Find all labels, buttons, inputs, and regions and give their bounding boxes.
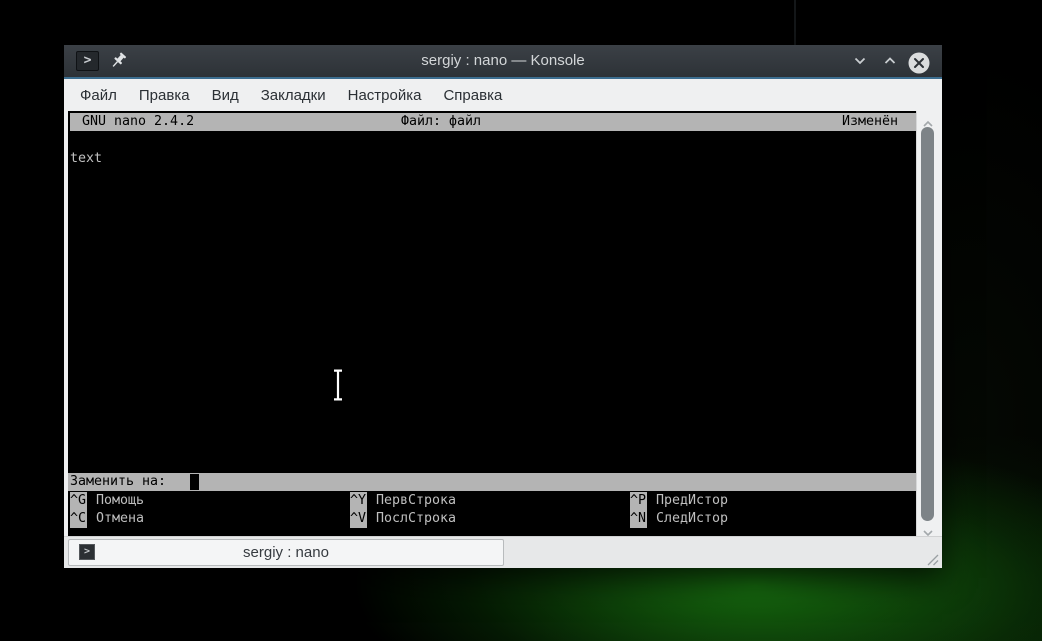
tab-sergiy-nano[interactable]: > sergiy : nano	[68, 539, 504, 566]
shortcut-prev-history[interactable]: ^P ПредИстор	[630, 492, 728, 510]
menu-file[interactable]: Файл	[80, 87, 117, 104]
terminal-block-cursor	[190, 474, 199, 490]
konsole-window: > sergiy : nano — Konsole Файл Правка Ви…	[64, 45, 942, 568]
scrollbar-thumb[interactable]	[921, 127, 934, 521]
nano-filename: Файл: файл	[401, 114, 482, 129]
maximize-button[interactable]	[882, 53, 898, 69]
nano-shortcut-row-1: ^G Помощь ^Y ПервСтрока ^P ПредИстор	[68, 492, 916, 510]
close-button[interactable]	[908, 52, 930, 74]
menu-edit[interactable]: Правка	[139, 87, 190, 104]
shortcut-key: ^G	[70, 492, 87, 510]
nano-version: GNU nano 2.4.2	[82, 114, 195, 129]
shortcut-key: ^Y	[350, 492, 367, 510]
shortcut-label: ПервСтрока	[376, 493, 457, 508]
menu-help[interactable]: Справка	[443, 87, 502, 104]
nano-editor[interactable]: GNU nano 2.4.2 Файл: файл Изменён text З…	[68, 111, 916, 536]
shortcut-key: ^V	[350, 510, 367, 528]
tab-terminal-icon: >	[79, 544, 95, 560]
resize-grip-icon[interactable]	[927, 553, 939, 566]
shortcut-label: ПослСтрока	[376, 511, 457, 526]
nano-shortcut-row-2: ^C Отмена ^V ПослСтрока ^N СледИстор	[68, 510, 916, 528]
nano-modified-flag: Изменён	[841, 114, 898, 129]
shortcut-first-line[interactable]: ^Y ПервСтрока	[350, 492, 456, 510]
replace-prompt-label: Заменить на:	[70, 474, 167, 489]
shortcut-key: ^N	[630, 510, 647, 528]
terminal-scrollbar[interactable]	[916, 111, 938, 537]
shortcut-label: ПредИстор	[656, 493, 729, 508]
tab-label: sergiy : nano	[243, 544, 329, 561]
scrollbar-down-icon[interactable]	[922, 524, 934, 537]
menu-bookmarks[interactable]: Закладки	[261, 87, 326, 104]
shortcut-next-history[interactable]: ^N СледИстор	[630, 510, 728, 528]
shortcut-label: Отмена	[96, 511, 145, 526]
nano-buffer-text: text	[70, 151, 103, 166]
ibeam-mouse-cursor	[251, 350, 344, 402]
shortcut-label: СледИстор	[656, 511, 729, 526]
shortcut-help[interactable]: ^G Помощь	[70, 492, 144, 510]
terminal-area: GNU nano 2.4.2 Файл: файл Изменён text З…	[68, 111, 938, 537]
nano-replace-prompt[interactable]: Заменить на:	[68, 473, 916, 491]
menubar: Файл Правка Вид Закладки Настройка Справ…	[64, 79, 942, 111]
menu-view[interactable]: Вид	[212, 87, 239, 104]
desktop-background: > sergiy : nano — Konsole Файл Правка Ви…	[0, 0, 1042, 641]
shortcut-last-line[interactable]: ^V ПослСтрока	[350, 510, 456, 528]
minimize-button[interactable]	[852, 53, 868, 69]
tab-prompt-glyph: >	[83, 546, 91, 557]
tab-bar: > sergiy : nano	[64, 536, 942, 568]
wallpaper-streak	[794, 0, 796, 45]
titlebar[interactable]: > sergiy : nano — Konsole	[64, 45, 942, 77]
shortcut-key: ^C	[70, 510, 87, 528]
window-title: sergiy : nano — Konsole	[421, 52, 585, 69]
menu-settings[interactable]: Настройка	[348, 87, 422, 104]
nano-titlebar: GNU nano 2.4.2 Файл: файл Изменён	[70, 113, 916, 131]
scrollbar-up-icon[interactable]	[922, 115, 934, 127]
shortcut-label: Помощь	[96, 493, 145, 508]
shortcut-cancel[interactable]: ^C Отмена	[70, 510, 144, 528]
shortcut-key: ^P	[630, 492, 647, 510]
